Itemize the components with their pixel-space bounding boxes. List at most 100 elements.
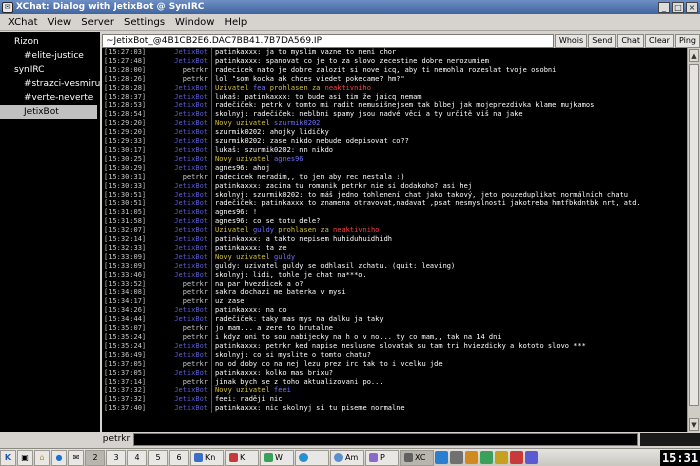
start-menu-icon[interactable]: K xyxy=(0,449,16,466)
chat-nick[interactable]: JetixBot xyxy=(150,208,211,217)
chat-nick[interactable]: JetixBot xyxy=(150,244,211,253)
chat-nick[interactable]: JetixBot xyxy=(150,93,211,102)
tray-battery-icon[interactable] xyxy=(480,451,493,464)
chat-nick[interactable]: petrkr xyxy=(150,75,211,84)
clear-button[interactable]: Clear xyxy=(645,33,674,48)
chat-message-text: i kdyz oni to sou nabijecky na h o v no.… xyxy=(215,333,502,341)
task-writer[interactable]: W xyxy=(260,449,294,466)
menu-server[interactable]: Server xyxy=(76,17,119,28)
chat-scrollbar[interactable]: ▲ ▼ xyxy=(687,48,700,432)
chat-nick[interactable]: JetixBot xyxy=(150,395,211,404)
tree-dialog-jetixbot[interactable]: JetixBot xyxy=(0,105,97,119)
tree-channel-verte-neverte[interactable]: #verte-neverte xyxy=(0,91,100,105)
task-pidgin[interactable]: P xyxy=(365,449,399,466)
chat-nick[interactable]: petrkr xyxy=(150,280,211,289)
chat-nick[interactable]: JetixBot xyxy=(150,101,211,110)
task-xchat[interactable]: XC xyxy=(400,449,434,466)
task-globe[interactable] xyxy=(295,449,329,466)
chat-nick[interactable]: petrkr xyxy=(150,173,211,182)
chat-nick[interactable]: JetixBot xyxy=(150,271,211,280)
tree-server-rizon[interactable]: Rizon xyxy=(0,35,100,49)
chat-nick[interactable]: JetixBot xyxy=(150,369,211,378)
chat-nick[interactable]: JetixBot xyxy=(150,191,211,200)
menu-xchat[interactable]: XChat xyxy=(3,17,43,28)
chat-nick[interactable]: JetixBot xyxy=(150,57,211,66)
close-icon[interactable]: × xyxy=(686,1,698,13)
minimize-icon[interactable]: _ xyxy=(658,1,670,13)
chat-message-nick: feei xyxy=(274,386,291,395)
menu-window[interactable]: Window xyxy=(170,17,219,28)
chat-nick[interactable]: JetixBot xyxy=(150,84,211,93)
chat-nick[interactable]: JetixBot xyxy=(150,155,211,164)
chat-nick[interactable]: JetixBot xyxy=(150,351,211,360)
chat-nick[interactable]: JetixBot xyxy=(150,199,211,208)
chat-line: [15:33:09] JetixBot Novy uzivatel guldy xyxy=(102,252,687,262)
chat-nick[interactable]: JetixBot xyxy=(150,404,211,413)
chat-nick[interactable]: petrkr xyxy=(150,378,211,387)
chat-nick[interactable]: JetixBot xyxy=(150,262,211,271)
tray-volume-icon[interactable] xyxy=(450,451,463,464)
scroll-up-icon[interactable]: ▲ xyxy=(689,49,699,62)
terminal-icon[interactable]: ▣ xyxy=(17,449,33,466)
tree-channel-elite-justice[interactable]: #elite-justice xyxy=(0,49,100,63)
chat-nick[interactable]: petrkr xyxy=(150,288,211,297)
chat-nick[interactable]: JetixBot xyxy=(150,146,211,155)
chat-nick[interactable]: petrkr xyxy=(150,333,211,342)
chat-nick[interactable]: JetixBot xyxy=(150,164,211,173)
chat-nick[interactable]: JetixBot xyxy=(150,386,211,395)
chat-nick[interactable]: JetixBot xyxy=(150,110,211,119)
chat-nick[interactable]: JetixBot xyxy=(150,137,211,146)
chat-nick[interactable]: JetixBot xyxy=(150,235,211,244)
chat-nick[interactable]: JetixBot xyxy=(150,128,211,137)
chat-nick[interactable]: JetixBot xyxy=(150,226,211,235)
workspace-5[interactable]: 5 xyxy=(148,449,168,466)
task-kate[interactable]: K xyxy=(225,449,259,466)
chat-nick[interactable]: JetixBot xyxy=(150,315,211,324)
chat-nick[interactable]: petrkr xyxy=(150,66,211,75)
xchat-app-icon[interactable]: ✉ xyxy=(2,1,13,13)
tree-server-synirc[interactable]: synIRC xyxy=(0,63,100,77)
task-amarok[interactable]: Am xyxy=(330,449,364,466)
workspace-4[interactable]: 4 xyxy=(127,449,147,466)
menu-view[interactable]: View xyxy=(43,17,77,28)
mail-icon[interactable]: ✉ xyxy=(68,449,84,466)
chat-nick[interactable]: JetixBot xyxy=(150,119,211,128)
send-button[interactable]: Send xyxy=(588,33,617,48)
chat-nick[interactable]: JetixBot xyxy=(150,217,211,226)
menu-help[interactable]: Help xyxy=(219,17,252,28)
title-bar[interactable]: ✉ XChat: Dialog with JetixBot @ SynIRC _… xyxy=(0,0,700,14)
scroll-thumb[interactable] xyxy=(689,64,699,406)
chat-nick[interactable]: petrkr xyxy=(150,324,211,333)
chat-nick[interactable]: JetixBot xyxy=(150,182,211,191)
chat-nick[interactable]: JetixBot xyxy=(150,306,211,315)
tray-network-icon[interactable] xyxy=(435,451,448,464)
scroll-down-icon[interactable]: ▼ xyxy=(689,418,699,431)
chat-line: [15:27:48] JetixBot patinkaxxx: spanovat c… xyxy=(102,56,687,66)
chat-nick[interactable]: petrkr xyxy=(150,297,211,306)
workspace-2[interactable]: 2 xyxy=(85,449,105,466)
chat-nick[interactable]: petrkr xyxy=(150,360,211,369)
whois-button[interactable]: Whois xyxy=(554,33,588,48)
tray-update-icon[interactable] xyxy=(525,451,538,464)
clock[interactable]: 15:31 xyxy=(660,449,700,466)
tray-flag-icon[interactable] xyxy=(510,451,523,464)
browser-icon[interactable]: ● xyxy=(51,449,67,466)
chat-nick[interactable]: JetixBot xyxy=(150,342,211,351)
workspace-3[interactable]: 3 xyxy=(106,449,126,466)
home-folder-icon[interactable]: ⌂ xyxy=(34,449,50,466)
nick-button[interactable]: petrkr xyxy=(100,433,133,447)
maximize-icon[interactable]: □ xyxy=(672,1,684,13)
chat-button[interactable]: Chat xyxy=(617,33,645,48)
task-konqueror[interactable]: Kn xyxy=(190,449,224,466)
chat-nick[interactable]: JetixBot xyxy=(150,253,211,262)
tree-channel-strazci-vesmiru[interactable]: #strazci-vesmiru xyxy=(0,77,100,91)
chat-log[interactable]: [15:27:03] JetixBot patinkaxxx: ja to mysl… xyxy=(102,48,687,432)
workspace-6[interactable]: 6 xyxy=(169,449,189,466)
ping-button[interactable]: Ping xyxy=(674,33,700,48)
message-input[interactable] xyxy=(133,433,638,446)
topic-field[interactable]: ~JetixBot_@4B1CB2E6.DAC7BB41.7B7DA569.IP xyxy=(102,33,554,48)
menu-settings[interactable]: Settings xyxy=(119,17,170,28)
chat-nick[interactable]: JetixBot xyxy=(150,48,211,57)
tray-monitor-icon[interactable] xyxy=(465,451,478,464)
tray-clipboard-icon[interactable] xyxy=(495,451,508,464)
